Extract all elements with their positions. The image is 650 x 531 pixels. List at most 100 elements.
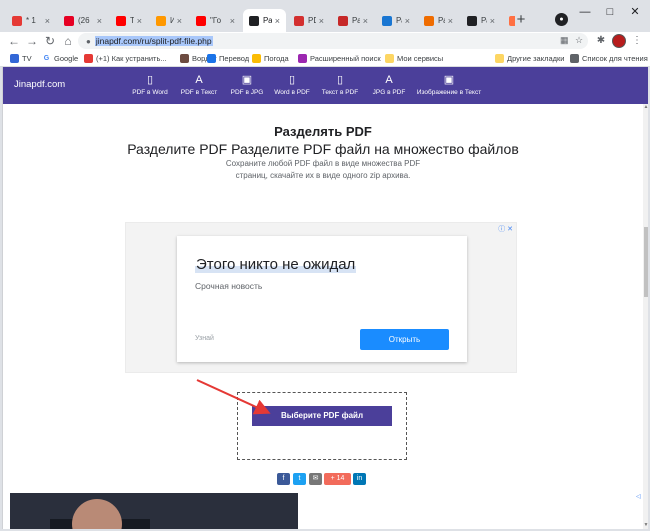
- tab-favicon-icon: [338, 15, 348, 26]
- tab-title: Тай: [130, 16, 134, 25]
- bookmark-icon: [570, 53, 579, 63]
- browser-tab[interactable]: (26 ×: [58, 9, 108, 32]
- tab-favicon-icon: [156, 15, 166, 26]
- tab-title: Раз: [263, 16, 272, 25]
- scroll-down-icon[interactable]: ▼: [643, 522, 648, 528]
- bookmark-item[interactable]: Погода: [252, 52, 289, 64]
- tab-close-icon[interactable]: ×: [177, 16, 182, 26]
- bookmark-label: Другие закладки: [507, 53, 565, 63]
- bookmark-item[interactable]: Расширенный поиск: [298, 52, 381, 64]
- bookmark-icon: [252, 53, 261, 63]
- tab-title: Изб: [170, 16, 174, 25]
- tab-title: Раз: [352, 16, 360, 25]
- tab-search-icon[interactable]: ●: [555, 13, 568, 26]
- tab-close-icon[interactable]: ×: [490, 16, 495, 26]
- tab-title: PDF: [308, 16, 316, 25]
- bookmark-label: Погода: [264, 53, 289, 63]
- profile-avatar[interactable]: [612, 34, 626, 48]
- bookmark-item[interactable]: Другие закладки: [495, 52, 564, 64]
- browser-tab[interactable]: PDF×: [288, 9, 330, 32]
- bookmarks-bar: TV G Google (+1) Как устранить... Вордст Пере…: [0, 50, 650, 67]
- scrollbar-thumb[interactable]: [644, 227, 648, 297]
- tab-title: Раз: [438, 16, 445, 25]
- browser-tab[interactable]: Раз×: [243, 9, 286, 32]
- tab-close-icon[interactable]: ×: [137, 16, 142, 26]
- tab-strip: * 1×(26×Тай×Изб×"Го×Раз×PDF×Раз×Раз×Раз×…: [0, 0, 650, 32]
- tab-close-icon[interactable]: ×: [319, 16, 324, 26]
- bookmark-label: (+1) Как устранить...: [96, 53, 167, 63]
- home-button[interactable]: ⌂: [60, 33, 76, 49]
- tab-title: Раз: [481, 16, 487, 25]
- bookmark-item[interactable]: (+1) Как устранить...: [84, 52, 167, 64]
- mail-icon[interactable]: ✉: [309, 473, 322, 485]
- browser-toolbar: ← → ↻ ⌂ ● jinapdf.com/ru/split-pdf-file.…: [0, 32, 650, 50]
- tab-favicon-icon: [116, 15, 126, 26]
- linkedin-icon[interactable]: in: [353, 473, 366, 485]
- address-bar[interactable]: ● jinapdf.com/ru/split-pdf-file.php: [78, 33, 588, 49]
- twitter-icon[interactable]: t: [293, 473, 306, 485]
- bookmark-label: Список для чтения: [582, 53, 648, 63]
- tab-close-icon[interactable]: ×: [97, 16, 102, 26]
- bookmark-item[interactable]: Список для чтения: [570, 52, 648, 64]
- scroll-up-icon[interactable]: ▲: [643, 104, 648, 110]
- bookmark-label: Перевод: [219, 53, 250, 63]
- qr-code-icon[interactable]: ▦: [560, 35, 569, 46]
- url-text[interactable]: jinapdf.com/ru/split-pdf-file.php: [94, 36, 213, 46]
- adchoices-icon[interactable]: ◁: [636, 493, 641, 500]
- bookmark-icon: [385, 53, 394, 63]
- bookmark-icon: [207, 53, 216, 63]
- browser-tab[interactable]: Раз×: [376, 9, 416, 32]
- bookmark-star-icon[interactable]: ☆: [575, 35, 583, 46]
- browser-tab[interactable]: "Го ×: [190, 9, 241, 32]
- extensions-icon[interactable]: ✱: [594, 34, 608, 48]
- bookmark-icon: [10, 53, 19, 63]
- tab-close-icon[interactable]: ×: [45, 16, 50, 26]
- tab-title: (26: [78, 16, 90, 25]
- close-window-button[interactable]: ✕: [625, 4, 645, 20]
- minimize-button[interactable]: —: [575, 4, 595, 20]
- maximize-button[interactable]: □: [600, 4, 620, 20]
- bookmark-icon: [298, 53, 307, 63]
- bookmark-item[interactable]: TV: [10, 52, 32, 64]
- browser-tab[interactable]: * 1 ×: [6, 9, 56, 32]
- scrollbar-track[interactable]: [643, 104, 648, 529]
- reload-button[interactable]: ↻: [42, 33, 58, 49]
- tab-close-icon[interactable]: ×: [448, 16, 453, 26]
- browser-tab[interactable]: Раз×: [461, 9, 501, 32]
- tab-favicon-icon: [249, 15, 259, 26]
- tab-favicon-icon: [382, 15, 392, 26]
- tab-close-icon[interactable]: ×: [405, 16, 410, 26]
- lock-icon: ●: [86, 36, 91, 46]
- bookmark-item[interactable]: G Google: [42, 52, 78, 64]
- plus-icon[interactable]: + 14: [324, 473, 351, 485]
- bookmark-label: Расширенный поиск: [310, 53, 381, 63]
- browser-tab[interactable]: Раз×: [418, 9, 459, 32]
- forward-button[interactable]: →: [24, 33, 40, 49]
- tab-close-icon[interactable]: ×: [275, 16, 280, 26]
- browser-tab[interactable]: Изб×: [150, 9, 188, 32]
- bookmark-label: TV: [22, 53, 32, 63]
- browser-tab[interactable]: Раз×: [332, 9, 374, 32]
- tab-favicon-icon: [196, 15, 206, 26]
- tab-favicon-icon: [424, 15, 434, 26]
- browser-menu-icon[interactable]: ⋮: [630, 34, 644, 48]
- page-viewport: Jinapdf.com ▯ PDF в Word A PDF в Текст ▣ PDF …: [2, 67, 648, 529]
- bookmark-label: Мои сервисы: [397, 53, 444, 63]
- tab-title: "Го: [210, 16, 222, 25]
- tab-close-icon[interactable]: ×: [363, 16, 368, 26]
- browser-tab[interactable]: Тай×: [110, 9, 148, 32]
- new-tab-button[interactable]: +: [513, 12, 529, 28]
- bookmark-label: Google: [54, 53, 79, 63]
- back-button[interactable]: ←: [6, 33, 22, 49]
- red-arrow-annotation: [196, 379, 271, 415]
- tab-title: * 1: [26, 16, 36, 25]
- tab-close-icon[interactable]: ×: [230, 16, 235, 26]
- facebook-icon[interactable]: f: [277, 473, 290, 485]
- bookmark-item[interactable]: Перевод: [207, 52, 249, 64]
- tab-favicon-icon: [467, 15, 477, 26]
- bookmark-icon: [84, 53, 93, 63]
- bottom-ad-image[interactable]: [10, 493, 298, 529]
- tab-favicon-icon: [12, 15, 22, 26]
- bookmark-icon: G: [43, 54, 50, 62]
- bookmark-item[interactable]: Мои сервисы: [385, 52, 443, 64]
